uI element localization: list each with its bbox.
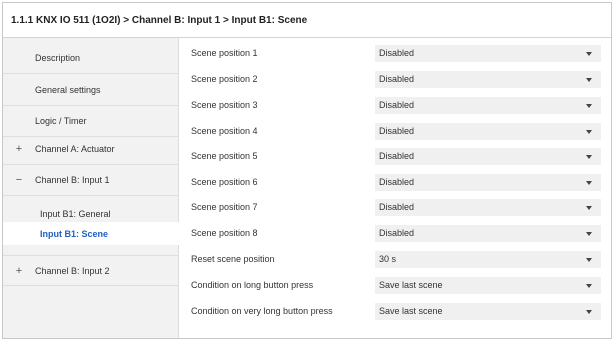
param-select[interactable]: Disabled — [375, 44, 601, 62]
param-label: Scene position 3 — [191, 100, 258, 110]
param-label: Scene position 1 — [191, 48, 258, 58]
param-label: Scene position 6 — [191, 177, 258, 187]
sidebar-item-label: Input B1: General — [40, 208, 111, 219]
param-select[interactable]: Save last scene — [375, 276, 601, 294]
param-select[interactable]: Disabled — [375, 96, 601, 114]
dropdown-arrow-icon — [586, 283, 592, 288]
param-row: Condition on long button press Save last… — [191, 275, 603, 295]
sidebar-item-input-b1-scene[interactable]: Input B1: Scene — [3, 222, 180, 245]
param-row: Condition on very long button press Save… — [191, 301, 603, 321]
sidebar: Description General settings Logic / Tim… — [3, 38, 180, 338]
param-select[interactable]: 30 s — [375, 250, 601, 268]
select-value: Disabled — [379, 74, 415, 84]
param-select[interactable]: Disabled — [375, 224, 601, 242]
param-row: Scene position 4 Disabled — [191, 121, 603, 141]
expand-plus-icon[interactable]: + — [15, 265, 23, 277]
param-label: Scene position 7 — [191, 202, 258, 212]
param-row: Scene position 7 Disabled — [191, 197, 603, 217]
sidebar-item-label: Logic / Timer — [35, 116, 87, 126]
param-select[interactable]: Disabled — [375, 147, 601, 165]
dropdown-arrow-icon — [586, 77, 592, 82]
param-label: Scene position 2 — [191, 74, 258, 84]
param-label: Scene position 8 — [191, 228, 258, 238]
sidebar-item-description[interactable]: Description — [3, 43, 178, 74]
select-value: Disabled — [379, 48, 415, 58]
collapse-minus-icon[interactable]: − — [15, 174, 23, 186]
select-value: Disabled — [379, 151, 415, 161]
dropdown-arrow-icon — [586, 309, 592, 314]
select-value: Disabled — [379, 202, 415, 212]
expand-plus-icon[interactable]: + — [15, 143, 23, 155]
param-label: Scene position 4 — [191, 126, 258, 136]
param-label: Reset scene position — [191, 254, 275, 264]
param-select[interactable]: Disabled — [375, 122, 601, 140]
param-row: Scene position 3 Disabled — [191, 95, 603, 115]
select-value: Disabled — [379, 126, 415, 136]
dropdown-arrow-icon — [586, 51, 592, 56]
dropdown-arrow-icon — [586, 205, 592, 210]
param-row: Scene position 8 Disabled — [191, 223, 603, 243]
select-value: Save last scene — [379, 280, 443, 290]
dropdown-arrow-icon — [586, 103, 592, 108]
parameter-window: 1.1.1 KNX IO 511 (1O2I) > Channel B: Inp… — [2, 2, 612, 339]
sidebar-item-label: Channel B: Input 2 — [35, 265, 110, 276]
select-value: Save last scene — [379, 306, 443, 316]
param-row: Scene position 1 Disabled — [191, 43, 603, 63]
param-row: Reset scene position 30 s — [191, 249, 603, 269]
sidebar-item-label: Input B1: Scene — [40, 228, 109, 239]
param-select[interactable]: Disabled — [375, 198, 601, 216]
sidebar-item-general-settings[interactable]: General settings — [3, 75, 178, 106]
param-row: Scene position 6 Disabled — [191, 172, 603, 192]
param-label: Scene position 5 — [191, 151, 258, 161]
param-select[interactable]: Disabled — [375, 70, 601, 88]
dropdown-arrow-icon — [586, 180, 592, 185]
sidebar-item-channel-b-input-2[interactable]: + Channel B: Input 2 — [3, 255, 178, 286]
sidebar-item-label: General settings — [35, 85, 101, 95]
param-row: Scene position 2 Disabled — [191, 69, 603, 89]
sidebar-item-label: Description — [35, 53, 81, 63]
sidebar-item-channel-b-input-1[interactable]: − Channel B: Input 1 — [3, 165, 178, 196]
param-label: Condition on very long button press — [191, 306, 333, 316]
param-select[interactable]: Save last scene — [375, 302, 601, 320]
param-row: Scene position 5 Disabled — [191, 146, 603, 166]
param-label: Condition on long button press — [191, 280, 314, 290]
sidebar-item-logic-timer[interactable]: Logic / Timer — [3, 106, 178, 137]
sidebar-item-label: Channel A: Actuator — [35, 144, 115, 154]
dropdown-arrow-icon — [586, 257, 592, 262]
dropdown-arrow-icon — [586, 231, 592, 236]
select-value: 30 s — [379, 254, 397, 264]
dropdown-arrow-icon — [586, 154, 592, 159]
dropdown-arrow-icon — [586, 129, 592, 134]
select-value: Disabled — [379, 177, 415, 187]
select-value: Disabled — [379, 228, 415, 238]
breadcrumb: 1.1.1 KNX IO 511 (1O2I) > Channel B: Inp… — [3, 3, 611, 38]
sidebar-item-label: Channel B: Input 1 — [35, 175, 110, 185]
sidebar-item-channel-a-actuator[interactable]: + Channel A: Actuator — [3, 134, 178, 165]
select-value: Disabled — [379, 100, 415, 110]
param-select[interactable]: Disabled — [375, 173, 601, 191]
